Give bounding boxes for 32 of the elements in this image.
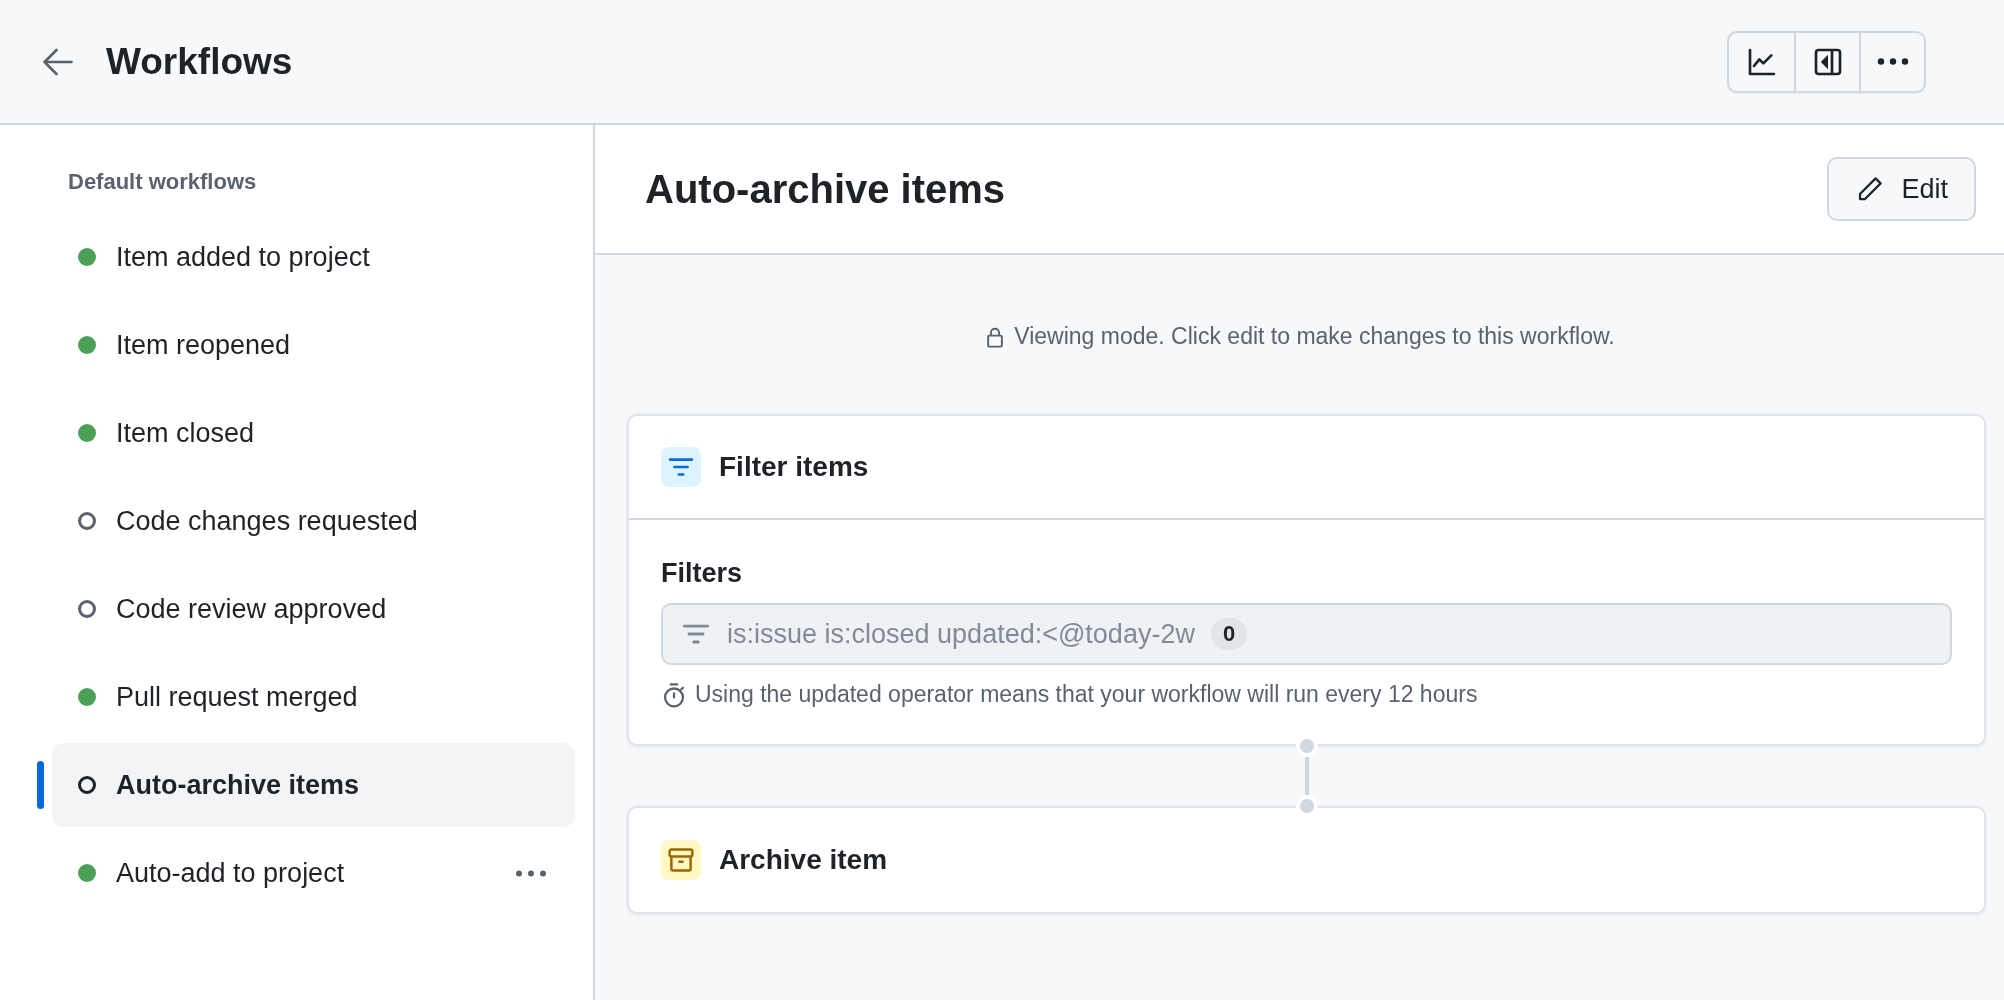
workflow-item[interactable]: Auto-add to project bbox=[52, 831, 575, 915]
workflow-item[interactable]: Item added to project bbox=[52, 215, 575, 299]
workflow-item[interactable]: Code changes requested bbox=[52, 479, 575, 563]
workflow-item[interactable]: Item reopened bbox=[52, 303, 575, 387]
step-title: Filter items bbox=[719, 451, 869, 483]
edit-button[interactable]: Edit bbox=[1827, 157, 1976, 221]
section-title: Default workflows bbox=[67, 169, 258, 195]
stopwatch-icon bbox=[661, 681, 687, 708]
step-title: Archive item bbox=[719, 844, 888, 876]
filter-field[interactable]: is:issue is:closed updated:<@today-2w 0 bbox=[661, 603, 1952, 665]
workflow-label: Pull request merged bbox=[116, 681, 359, 713]
more-button[interactable] bbox=[515, 869, 547, 877]
workflow-item[interactable]: Item closed bbox=[52, 391, 575, 475]
workflow-item[interactable]: Auto-archive items bbox=[52, 743, 575, 827]
workflow-label: Code changes requested bbox=[116, 505, 419, 537]
filter-note: Using the updated operator means that your workflow will run every 12 hours bbox=[695, 681, 1478, 708]
selection-indicator bbox=[37, 761, 44, 809]
workflow-label: Auto-add to project bbox=[116, 857, 346, 889]
workflow-label: Item closed bbox=[116, 417, 256, 449]
workflow-label: Item reopened bbox=[116, 329, 292, 361]
field-label: Filters bbox=[661, 558, 744, 589]
workflow-label: Auto-archive items bbox=[116, 769, 361, 801]
ellipsis-icon bbox=[515, 869, 547, 877]
workflow-item[interactable]: Pull request merged bbox=[52, 655, 575, 739]
workflow-label: Item added to project bbox=[116, 241, 371, 273]
ellipsis-icon bbox=[1876, 58, 1909, 65]
workflow-label: Code review approved bbox=[116, 593, 388, 625]
archive-icon bbox=[667, 846, 695, 874]
workflow-item[interactable]: Code review approved bbox=[52, 567, 575, 651]
viewing-mode-notice: Viewing mode. Click edit to make changes to this workflow. bbox=[1014, 323, 1615, 350]
page-title: Workflows bbox=[106, 40, 294, 83]
workflow-title: Auto-archive items bbox=[645, 166, 1006, 212]
